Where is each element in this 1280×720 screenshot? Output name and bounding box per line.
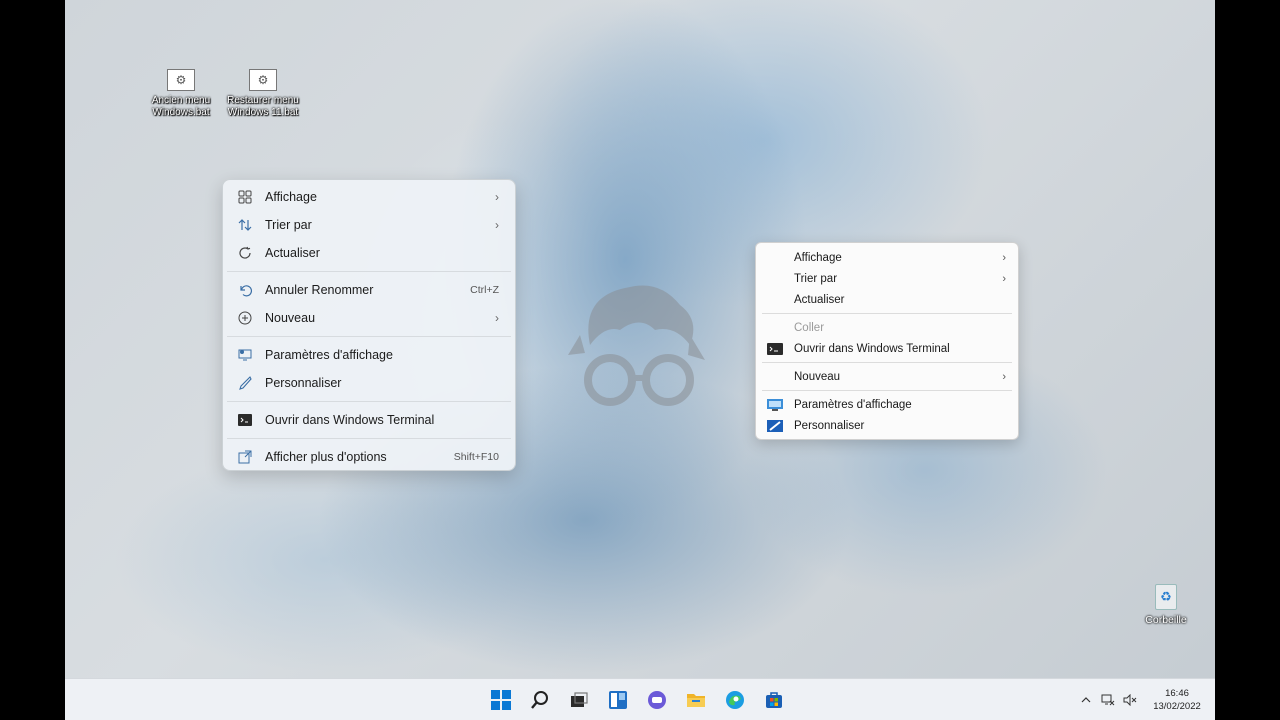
menu-item-label: Affichage	[794, 251, 842, 264]
menu-item-personnaliser[interactable]: Personnaliser	[760, 415, 1014, 436]
clock-date: 13/02/2022	[1153, 701, 1201, 712]
undo-icon	[237, 282, 253, 298]
batch-file-icon: ⚙	[249, 69, 277, 91]
menu-item-label: Personnaliser	[265, 376, 342, 390]
menu-item-shortcut: Shift+F10	[453, 451, 499, 463]
menu-item-label: Coller	[794, 321, 825, 334]
menu-separator	[762, 313, 1012, 314]
taskbar-apps	[488, 687, 786, 712]
menu-item-label: Affichage	[265, 190, 317, 204]
mascot-watermark-icon	[568, 285, 705, 406]
chevron-right-icon: ›	[495, 190, 499, 204]
menu-item-label: Ouvrir dans Windows Terminal	[794, 342, 950, 355]
desktop-icon-label: Ancien menu	[151, 95, 211, 106]
menu-item-label: Actualiser	[794, 293, 845, 306]
brush-icon	[237, 375, 253, 391]
chevron-right-icon: ›	[1002, 370, 1006, 383]
menu-item-label: Annuler Renommer	[265, 283, 374, 297]
context-menu-classic: Affichage › Trier par › Actualiser Colle…	[755, 242, 1019, 440]
recycle-bin-icon: ♻	[1155, 584, 1177, 610]
personalize-icon	[766, 419, 784, 433]
desktop-icon-ancien-menu[interactable]: ⚙ Ancien menu Windows.bat	[139, 69, 223, 119]
network-icon[interactable]	[1097, 689, 1119, 711]
menu-item-label: Afficher plus d'options	[265, 450, 387, 464]
menu-item-label: Personnaliser	[794, 419, 865, 432]
system-tray: 16:46 13/02/2022	[1075, 679, 1215, 720]
refresh-icon	[237, 245, 253, 261]
menu-item-annuler-renommer[interactable]: Annuler Renommer Ctrl+Z	[227, 276, 511, 304]
new-plus-icon	[237, 310, 253, 326]
menu-item-actualiser[interactable]: Actualiser	[760, 289, 1014, 310]
desktop: ⚙ Ancien menu Windows.bat ⚙ Restaurer me…	[65, 0, 1215, 720]
menu-item-affichage[interactable]: Affichage ›	[760, 247, 1014, 268]
terminal-icon	[766, 342, 784, 356]
menu-separator	[227, 401, 511, 402]
menu-item-ouvrir-terminal[interactable]: Ouvrir dans Windows Terminal	[227, 406, 511, 434]
menu-item-label: Trier par	[794, 272, 838, 285]
menu-separator	[227, 438, 511, 439]
clock-time: 16:46	[1165, 688, 1189, 699]
clock[interactable]: 16:46 13/02/2022	[1147, 687, 1207, 713]
terminal-icon	[237, 412, 253, 428]
desktop-icon-label: Corbeille	[1145, 614, 1187, 626]
menu-item-label: Trier par	[265, 218, 312, 232]
search-icon[interactable]	[527, 687, 552, 712]
display-settings-icon	[237, 347, 253, 363]
chevron-right-icon: ›	[495, 311, 499, 325]
desktop-icon-label: Restaurer menu	[227, 95, 299, 106]
menu-item-parametres-affichage[interactable]: Paramètres d'affichage	[227, 341, 511, 369]
volume-muted-icon[interactable]	[1119, 689, 1141, 711]
taskbar: 16:46 13/02/2022	[65, 678, 1215, 720]
chevron-right-icon: ›	[1002, 272, 1006, 285]
menu-item-coller[interactable]: Coller	[760, 317, 1014, 338]
widgets-icon[interactable]	[605, 687, 630, 712]
desktop-icon-recycle-bin[interactable]: ♻ Corbeille	[1129, 584, 1203, 626]
menu-item-trier-par[interactable]: Trier par ›	[227, 211, 511, 239]
task-view-icon[interactable]	[566, 687, 591, 712]
store-icon[interactable]	[761, 687, 786, 712]
desktop-icon-label: Windows.bat	[152, 107, 210, 118]
chevron-right-icon: ›	[1002, 251, 1006, 264]
file-explorer-icon[interactable]	[683, 687, 708, 712]
menu-separator	[762, 362, 1012, 363]
edge-icon[interactable]	[722, 687, 747, 712]
menu-item-label: Actualiser	[265, 246, 320, 260]
menu-item-ouvrir-terminal[interactable]: Ouvrir dans Windows Terminal	[760, 338, 1014, 359]
desktop-icon-label: Windows 11.bat	[227, 107, 299, 118]
menu-separator	[762, 390, 1012, 391]
menu-item-actualiser[interactable]: Actualiser	[227, 239, 511, 267]
start-icon[interactable]	[488, 687, 513, 712]
chat-icon[interactable]	[644, 687, 669, 712]
menu-item-trier-par[interactable]: Trier par ›	[760, 268, 1014, 289]
menu-item-label: Nouveau	[265, 311, 316, 325]
menu-item-label: Paramètres d'affichage	[794, 398, 912, 411]
chevron-up-icon[interactable]	[1075, 689, 1097, 711]
menu-item-personnaliser[interactable]: Personnaliser	[227, 369, 511, 397]
more-options-icon	[237, 449, 253, 465]
menu-item-label: Ouvrir dans Windows Terminal	[265, 413, 435, 427]
view-grid-icon	[237, 189, 253, 205]
menu-item-parametres-affichage[interactable]: Paramètres d'affichage	[760, 394, 1014, 415]
sort-icon	[237, 217, 253, 233]
context-menu-windows11: Affichage › Trier par › Actualiser Annul…	[222, 179, 516, 471]
menu-separator	[227, 336, 511, 337]
menu-item-label: Nouveau	[794, 370, 841, 383]
menu-item-nouveau[interactable]: Nouveau ›	[227, 304, 511, 332]
desktop-icon-restaurer-menu[interactable]: ⚙ Restaurer menu Windows 11.bat	[221, 69, 305, 119]
display-settings-icon	[766, 398, 784, 412]
menu-item-label: Paramètres d'affichage	[265, 348, 393, 362]
menu-item-shortcut: Ctrl+Z	[470, 284, 499, 296]
chevron-right-icon: ›	[495, 218, 499, 232]
menu-item-affichage[interactable]: Affichage ›	[227, 183, 511, 211]
batch-file-icon: ⚙	[167, 69, 195, 91]
menu-separator	[227, 271, 511, 272]
menu-item-plus-options[interactable]: Afficher plus d'options Shift+F10	[227, 443, 511, 471]
menu-item-nouveau[interactable]: Nouveau ›	[760, 366, 1014, 387]
